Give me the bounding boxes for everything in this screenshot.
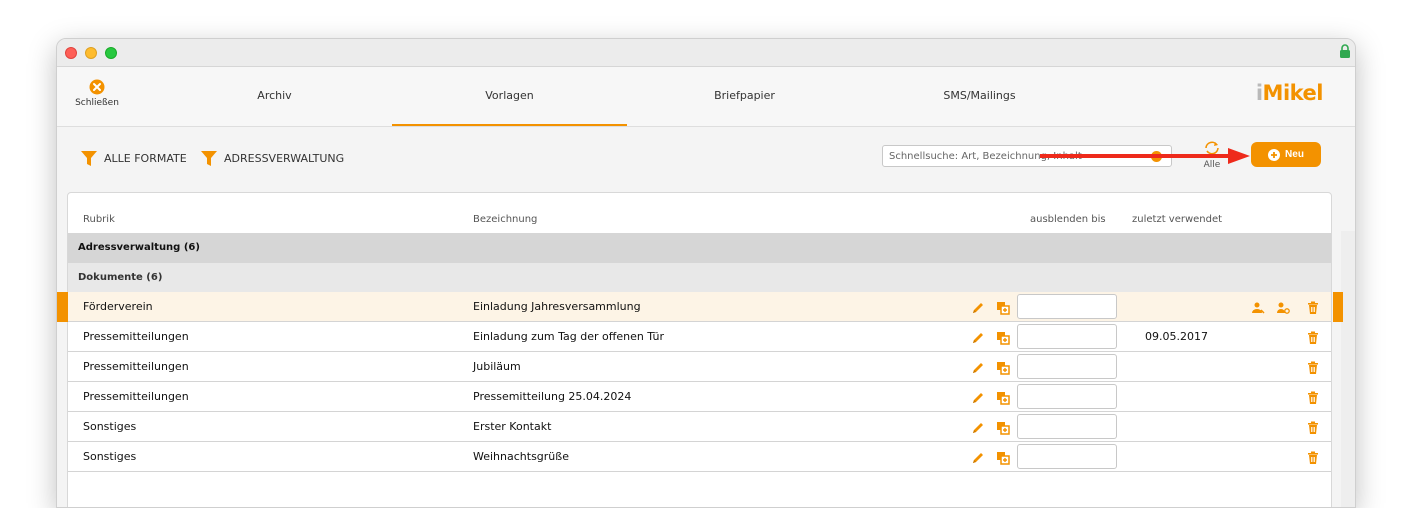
cell-bezeichnung: Einladung zum Tag der offenen Tür [473,330,665,343]
group-header-adressverwaltung[interactable]: Adressverwaltung (6) [68,233,1331,263]
user-unassign-icon[interactable] [1276,300,1290,314]
cell-rubrik: Sonstiges [83,450,137,463]
hide-until-input[interactable] [1017,444,1117,469]
new-button[interactable]: Neu [1251,142,1321,167]
refresh-label: Alle [1203,160,1221,170]
lock-icon [1340,44,1350,58]
cell-rubrik: Förderverein [83,300,153,313]
templates-table: Rubrik Bezeichnung ausblenden bis zuletz… [57,192,1343,507]
pencil-icon[interactable] [971,450,985,464]
cell-rubrik: Pressemitteilungen [83,330,189,343]
column-header-rubrik[interactable]: Rubrik [83,214,115,225]
cell-zuletzt-verwendet: 09.05.2017 [1145,330,1208,343]
trash-icon[interactable] [1306,450,1320,464]
pencil-icon[interactable] [971,390,985,404]
copy-icon[interactable] [996,390,1010,405]
user-assign-icon[interactable] [1251,300,1265,314]
column-header-bezeichnung[interactable]: Bezeichnung [473,214,537,225]
trash-icon[interactable] [1306,330,1320,344]
table-row[interactable]: Pressemitteilungen Pressemitteilung 25.04… [68,382,1331,412]
cell-bezeichnung: Einladung Jahresversammlung [473,300,641,313]
copy-icon[interactable] [996,330,1010,345]
tab-briefpapier[interactable]: Briefpapier [687,67,802,126]
table-row[interactable]: Pressemitteilungen Einladung zum Tag der … [68,322,1331,352]
trash-icon[interactable] [1306,360,1320,374]
imikel-logo: iMikel [1255,81,1324,105]
column-header-ausblenden-bis[interactable]: ausblenden bis [1030,214,1106,225]
window-minimize-button[interactable] [85,47,97,59]
hide-until-input[interactable] [1017,354,1117,379]
funnel-icon [81,150,97,166]
toolbar: ALLE FORMATE ADRESSVERWALTUNG Alle Neu [57,128,1355,190]
plus-circle-icon [1268,148,1281,161]
close-label: Schließen [75,98,119,108]
copy-icon[interactable] [996,360,1010,375]
window-zoom-button[interactable] [105,47,117,59]
cell-rubrik: Pressemitteilungen [83,390,189,403]
pencil-icon[interactable] [971,330,985,344]
cell-rubrik: Pressemitteilungen [83,360,189,373]
trash-icon[interactable] [1306,420,1320,434]
cell-bezeichnung: Erster Kontakt [473,420,552,433]
table-row[interactable]: Sonstiges Weihnachtsgrüße [68,442,1331,472]
pencil-icon[interactable] [971,300,985,314]
refresh-icon [1205,141,1219,155]
cell-bezeichnung: Pressemitteilung 25.04.2024 [473,390,632,403]
window-close-button[interactable] [65,47,77,59]
cell-bezeichnung: Jubiläum [473,360,521,373]
trash-icon[interactable] [1306,390,1320,404]
hide-until-input[interactable] [1017,324,1117,349]
selected-row-marker-right [1333,292,1343,322]
tab-archiv[interactable]: Archiv [217,67,332,126]
tab-vorlagen[interactable]: Vorlagen [392,67,627,126]
pencil-icon[interactable] [971,360,985,374]
hide-until-input[interactable] [1017,384,1117,409]
filter-label: ADRESSVERWALTUNG [224,151,345,165]
title-bar [57,39,1355,67]
tab-sms-mailings[interactable]: SMS/Mailings [917,67,1042,126]
copy-icon[interactable] [996,420,1010,435]
table-row[interactable]: Sonstiges Erster Kontakt [68,412,1331,442]
filter-alle-formate[interactable]: ALLE FORMATE [81,149,187,167]
close-button[interactable]: Schließen [71,79,123,108]
close-circle-icon [89,79,105,95]
group-header-dokumente[interactable]: Dokumente (6) [68,263,1331,292]
quick-search-input[interactable] [882,145,1172,167]
table-header: Rubrik Bezeichnung ausblenden bis zuletz… [68,193,1331,233]
column-header-zuletzt-verwendet[interactable]: zuletzt verwendet [1132,214,1222,225]
search-clear-icon[interactable] [1151,151,1162,162]
hide-until-input[interactable] [1017,414,1117,439]
main-nav: Schließen Archiv Vorlagen Briefpapier SM… [57,67,1355,127]
table-row[interactable]: Förderverein Einladung Jahresversammlung [68,292,1331,322]
cell-rubrik: Sonstiges [83,420,137,433]
selected-row-marker [57,292,68,322]
refresh-all-button[interactable]: Alle [1197,140,1227,170]
cell-bezeichnung: Weihnachtsgrüße [473,450,569,463]
app-window: Schließen Archiv Vorlagen Briefpapier SM… [56,38,1356,508]
copy-icon[interactable] [996,300,1010,315]
funnel-icon [201,150,217,166]
filter-adressverwaltung[interactable]: ADRESSVERWALTUNG [201,149,344,167]
pencil-icon[interactable] [971,420,985,434]
trash-icon[interactable] [1306,300,1320,314]
filter-label: ALLE FORMATE [104,151,187,165]
hide-until-input[interactable] [1017,294,1117,319]
new-button-label: Neu [1285,149,1304,160]
scrollbar[interactable] [1341,231,1355,507]
copy-icon[interactable] [996,450,1010,465]
table-row[interactable]: Pressemitteilungen Jubiläum [68,352,1331,382]
